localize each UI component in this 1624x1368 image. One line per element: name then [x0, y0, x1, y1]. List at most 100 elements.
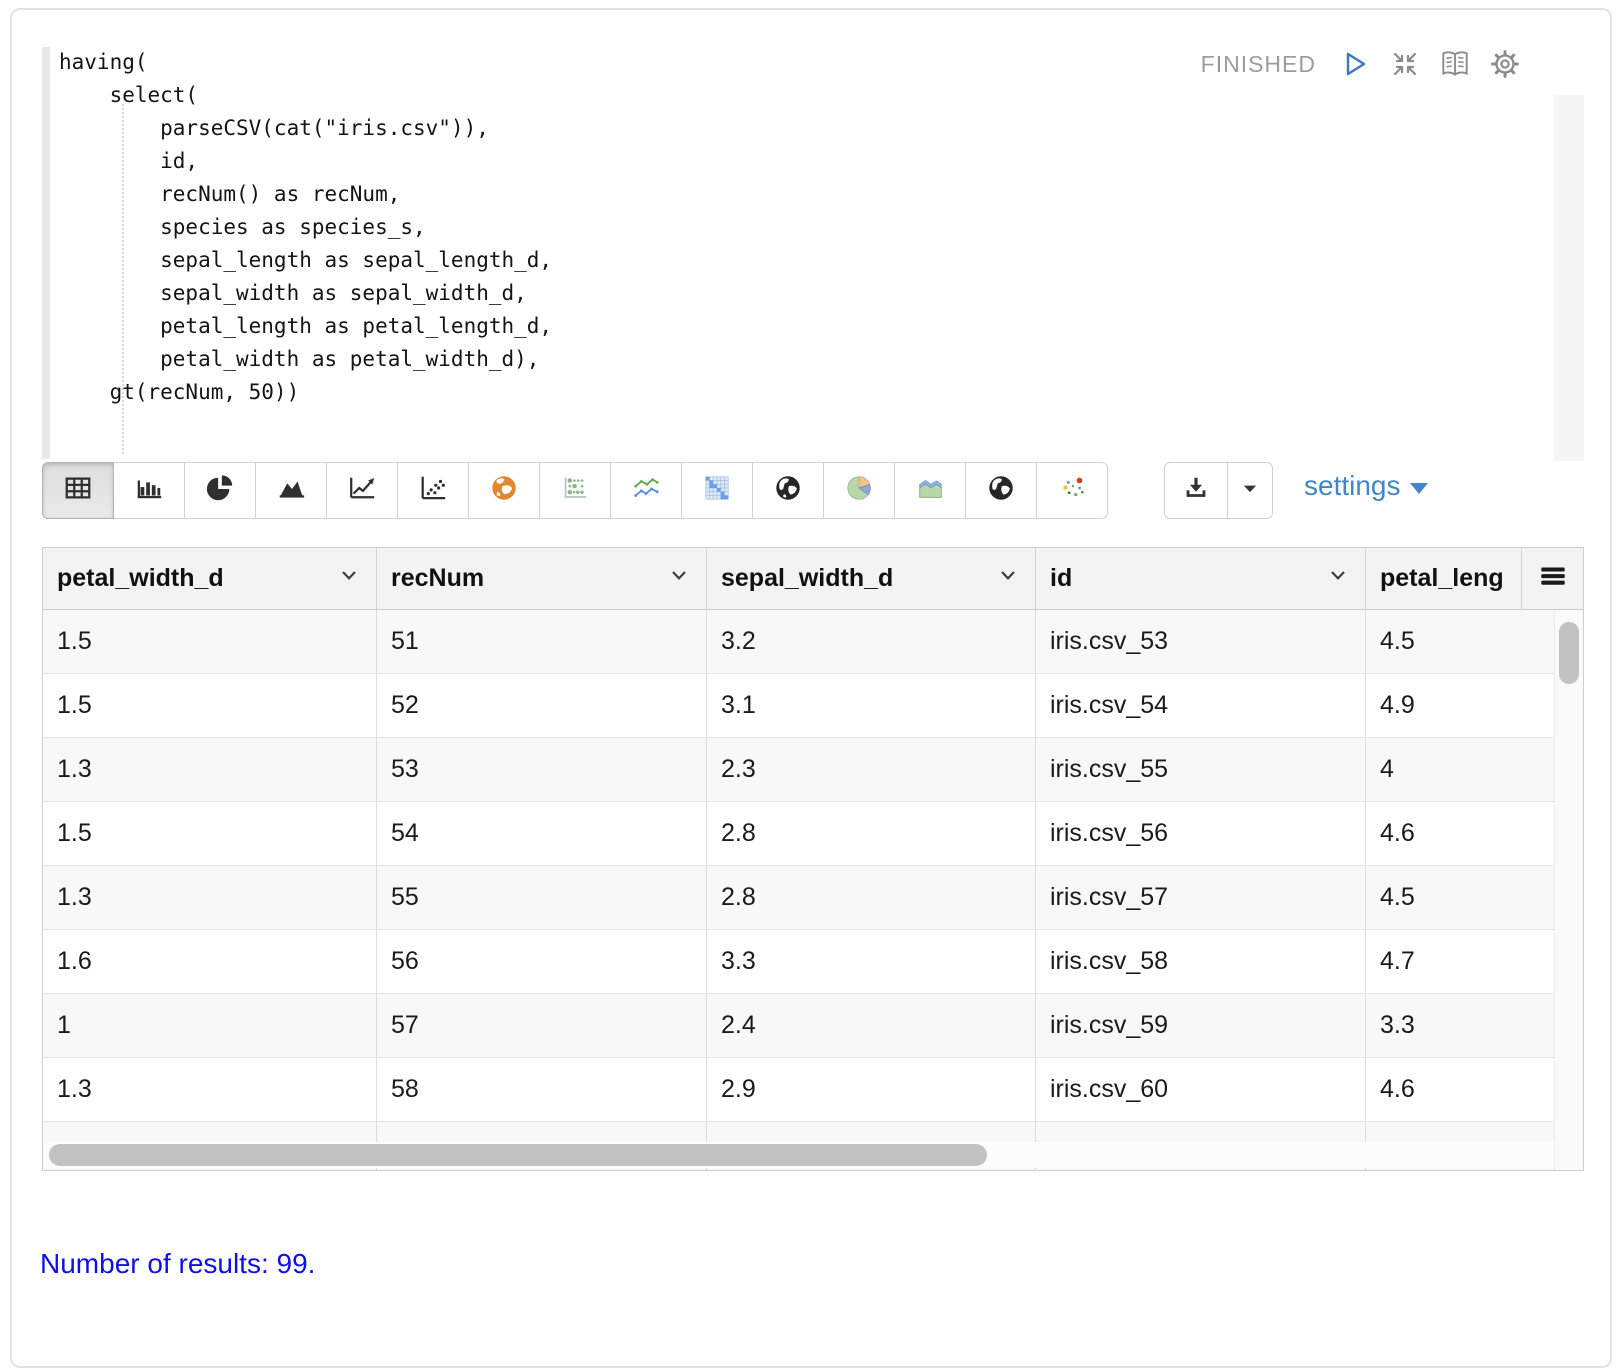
table-cell: 1.5: [43, 610, 377, 673]
column-header-id: id: [1036, 548, 1366, 609]
editor-gutter: [42, 47, 50, 459]
table-cell: 1: [43, 994, 377, 1057]
chart-type-button-line-chart[interactable]: [326, 462, 398, 519]
download-icon: [1181, 490, 1211, 507]
chart-type-toolbar: [42, 462, 1108, 519]
paragraph-settings-button[interactable]: [1488, 47, 1522, 81]
caret-down-icon: [1410, 483, 1428, 494]
horizontal-scrollbar-thumb[interactable]: [49, 1144, 987, 1166]
chart-type-button-globe-orange[interactable]: [468, 462, 540, 519]
editor-scrollbar[interactable]: [1554, 95, 1584, 461]
multi-line-chart-icon: [631, 473, 661, 508]
scatter-color-icon: [1057, 473, 1087, 508]
chart-type-button-table[interactable]: [42, 462, 114, 519]
vertical-scrollbar-thumb[interactable]: [1559, 622, 1579, 684]
column-label: petal_width_d: [57, 564, 224, 593]
table-cell: 4: [1366, 738, 1583, 801]
column-menu-button[interactable]: [656, 548, 702, 609]
table-cell: iris.csv_55: [1036, 738, 1366, 801]
table-cell: 1.6: [43, 930, 377, 993]
chart-type-button-bar-chart[interactable]: [113, 462, 185, 519]
table-row: 1572.4iris.csv_593.3: [43, 994, 1583, 1058]
column-menu-button[interactable]: [985, 548, 1031, 609]
table-row: 1.5542.8iris.csv_564.6: [43, 802, 1583, 866]
column-header-recNum: recNum: [377, 548, 707, 609]
table-cell: 1.5: [43, 802, 377, 865]
download-split-button: [1164, 462, 1273, 519]
download-button[interactable]: [1164, 462, 1228, 519]
chart-type-button-bubble-matrix[interactable]: [539, 462, 611, 519]
column-label: id: [1050, 564, 1072, 593]
table-row: 1.6563.3iris.csv_584.7: [43, 930, 1583, 994]
line-chart-icon: [347, 473, 377, 508]
chart-type-button-pie-color[interactable]: [823, 462, 895, 519]
column-menu-button[interactable]: [326, 548, 372, 609]
chart-type-button-pie-chart[interactable]: [184, 462, 256, 519]
chart-type-button-globe-dark2[interactable]: [965, 462, 1037, 519]
column-label: petal_leng: [1380, 564, 1504, 593]
table-body: 1.5513.2iris.csv_534.51.5523.1iris.csv_5…: [43, 610, 1583, 1171]
table-cell: 1.3: [43, 738, 377, 801]
grid-menu-button[interactable]: [1521, 548, 1583, 610]
table-cell: iris.csv_56: [1036, 802, 1366, 865]
download-caret-button[interactable]: [1227, 462, 1273, 519]
table-cell: iris.csv_53: [1036, 610, 1366, 673]
table-cell: 1.5: [43, 674, 377, 737]
run-button[interactable]: [1338, 47, 1372, 81]
table-cell: 4.5: [1366, 610, 1583, 673]
table-cell: 2.9: [707, 1058, 1036, 1121]
chevron-down-icon: [337, 563, 361, 594]
chart-type-button-area-color[interactable]: [894, 462, 966, 519]
area-chart-icon: [276, 473, 306, 508]
hamburger-icon: [1536, 580, 1570, 597]
table-row: 1.5523.1iris.csv_544.9: [43, 674, 1583, 738]
chevron-down-icon: [667, 563, 691, 594]
caret-down-icon: [1237, 488, 1263, 505]
chevron-down-icon: [996, 563, 1020, 594]
column-label: recNum: [391, 564, 484, 593]
table-cell: 57: [377, 994, 707, 1057]
gear-icon: [1488, 47, 1522, 81]
table-row: 1.3532.3iris.csv_554: [43, 738, 1583, 802]
settings-dropdown[interactable]: settings: [1304, 470, 1428, 502]
vertical-scrollbar[interactable]: [1554, 610, 1583, 1170]
chart-type-button-area-chart[interactable]: [255, 462, 327, 519]
table-row: 1.3582.9iris.csv_604.6: [43, 1058, 1583, 1122]
column-menu-button[interactable]: [1315, 548, 1361, 609]
column-label: sepal_width_d: [721, 564, 893, 593]
table-cell: 3.3: [707, 930, 1036, 993]
collapse-button[interactable]: [1388, 47, 1422, 81]
table-cell: 4.6: [1366, 1058, 1583, 1121]
status-badge: FINISHED: [1201, 51, 1316, 78]
table-cell: iris.csv_54: [1036, 674, 1366, 737]
table-cell: 2.8: [707, 802, 1036, 865]
chart-type-button-scatter-color[interactable]: [1036, 462, 1108, 519]
heatmap-icon: [702, 473, 732, 508]
table-cell: 52: [377, 674, 707, 737]
table-cell: 2.4: [707, 994, 1036, 1057]
table-cell: 3.1: [707, 674, 1036, 737]
table-cell: 53: [377, 738, 707, 801]
paragraph-card: having( select( parseCSV(cat("iris.csv")…: [10, 8, 1612, 1368]
table-cell: 3.3: [1366, 994, 1583, 1057]
table-cell: 4.7: [1366, 930, 1583, 993]
horizontal-scrollbar[interactable]: [44, 1142, 1554, 1168]
code-editor[interactable]: having( select( parseCSV(cat("iris.csv")…: [59, 46, 552, 409]
report-view-button[interactable]: [1438, 47, 1472, 81]
table-cell: 56: [377, 930, 707, 993]
chart-type-button-multi-line-chart[interactable]: [610, 462, 682, 519]
paragraph-controls: FINISHED: [1201, 46, 1522, 82]
collapse-icon: [1389, 48, 1421, 80]
table-cell: 2.8: [707, 866, 1036, 929]
chart-type-button-globe-dark[interactable]: [752, 462, 824, 519]
chart-type-button-scatter-chart[interactable]: [397, 462, 469, 519]
table-cell: 4.6: [1366, 802, 1583, 865]
table-cell: 4.5: [1366, 866, 1583, 929]
table-cell: 3.2: [707, 610, 1036, 673]
pie-chart-icon: [205, 473, 235, 508]
chart-type-button-heatmap[interactable]: [681, 462, 753, 519]
column-header-sepal_width_d: sepal_width_d: [707, 548, 1036, 609]
globe-dark2-icon: [986, 473, 1016, 508]
table-cell: iris.csv_57: [1036, 866, 1366, 929]
area-color-icon: [915, 473, 945, 508]
